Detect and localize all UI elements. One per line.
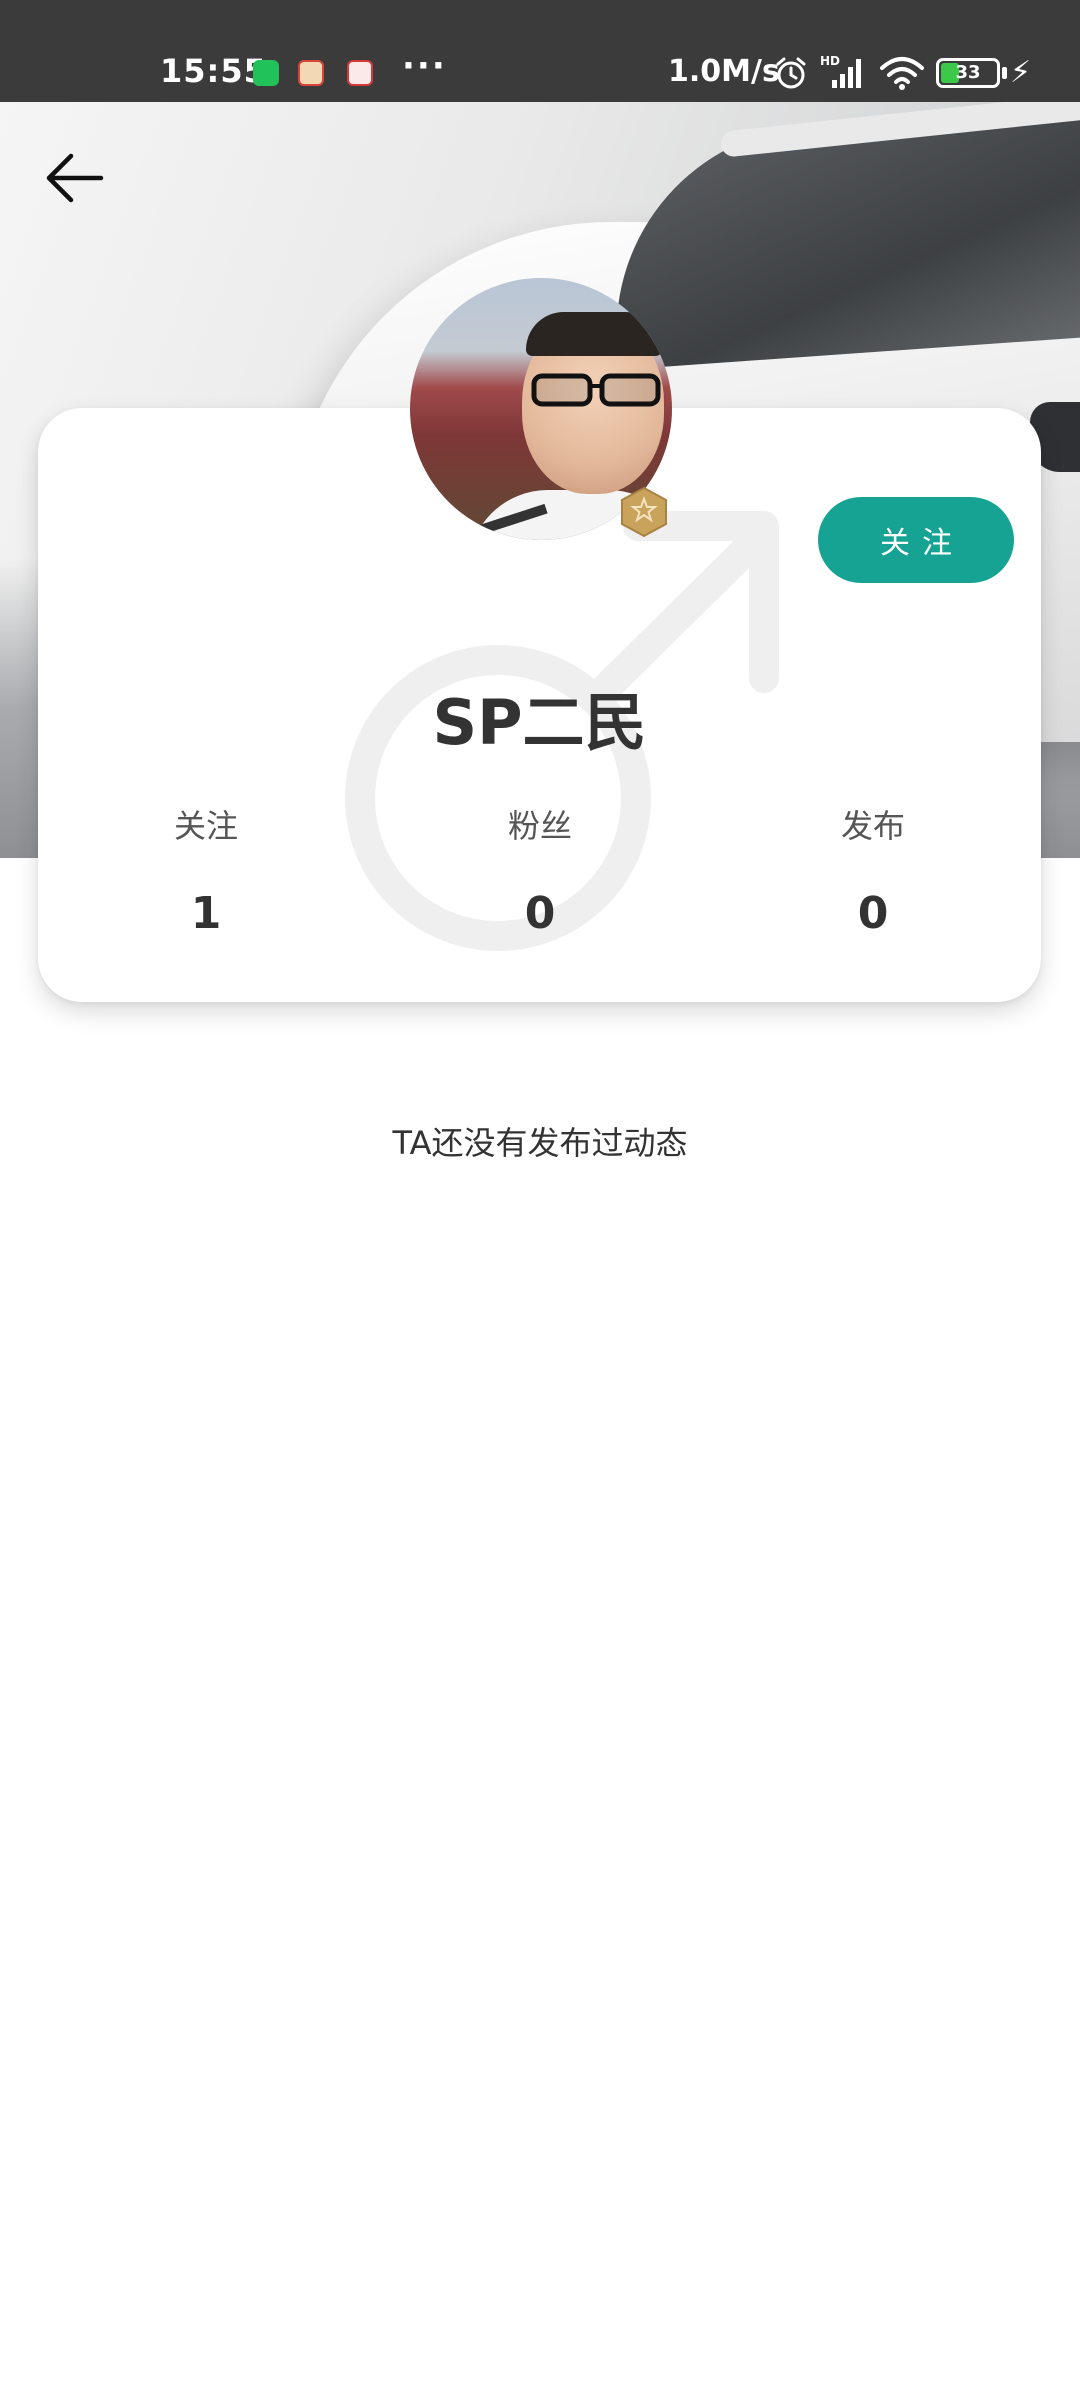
hexagon-star-badge-icon xyxy=(621,486,667,538)
back-button[interactable] xyxy=(40,148,110,208)
stat-following[interactable]: 关注 1 xyxy=(96,802,316,939)
username: SP二民 xyxy=(432,686,647,759)
stat-value: 0 xyxy=(857,888,889,939)
battery-percent: 33 xyxy=(955,62,981,83)
stat-label: 粉丝 xyxy=(507,807,572,845)
avatar-hair xyxy=(526,312,662,356)
status-time: 15:55 xyxy=(160,52,267,90)
charging-icon: ⚡ xyxy=(1010,55,1032,90)
empty-feed-message: TA还没有发布过动态 xyxy=(392,1124,688,1162)
stat-label: 关注 xyxy=(173,807,238,845)
follow-button[interactable]: 关注 xyxy=(818,497,1014,583)
app-notification-icon xyxy=(347,60,373,86)
wifi-icon xyxy=(880,57,924,90)
network-speed: 1.0M/s xyxy=(668,54,780,89)
app-notification-icon xyxy=(298,60,324,86)
battery-cap xyxy=(1002,67,1007,79)
stat-label: 发布 xyxy=(840,807,905,845)
stat-value: 1 xyxy=(190,888,222,939)
profile-page: 15:55 ··· 1.0M/s HD 33 ⚡ 关注 SP二民 关注 1 粉丝… xyxy=(0,0,1080,2400)
arrow-left-icon xyxy=(46,153,104,203)
more-notifications-icon: ··· xyxy=(402,46,447,86)
alarm-icon xyxy=(776,57,806,89)
cellular-signal-icon xyxy=(832,59,861,88)
status-bar: 15:55 ··· 1.0M/s HD 33 ⚡ xyxy=(0,0,1080,102)
stat-fans[interactable]: 粉丝 0 xyxy=(430,802,650,939)
stat-posts[interactable]: 发布 0 xyxy=(763,802,983,939)
battery-icon: 33 xyxy=(936,58,1000,88)
app-notification-icon xyxy=(253,60,279,86)
avatar-glasses xyxy=(531,373,661,407)
stat-value: 0 xyxy=(524,888,556,939)
